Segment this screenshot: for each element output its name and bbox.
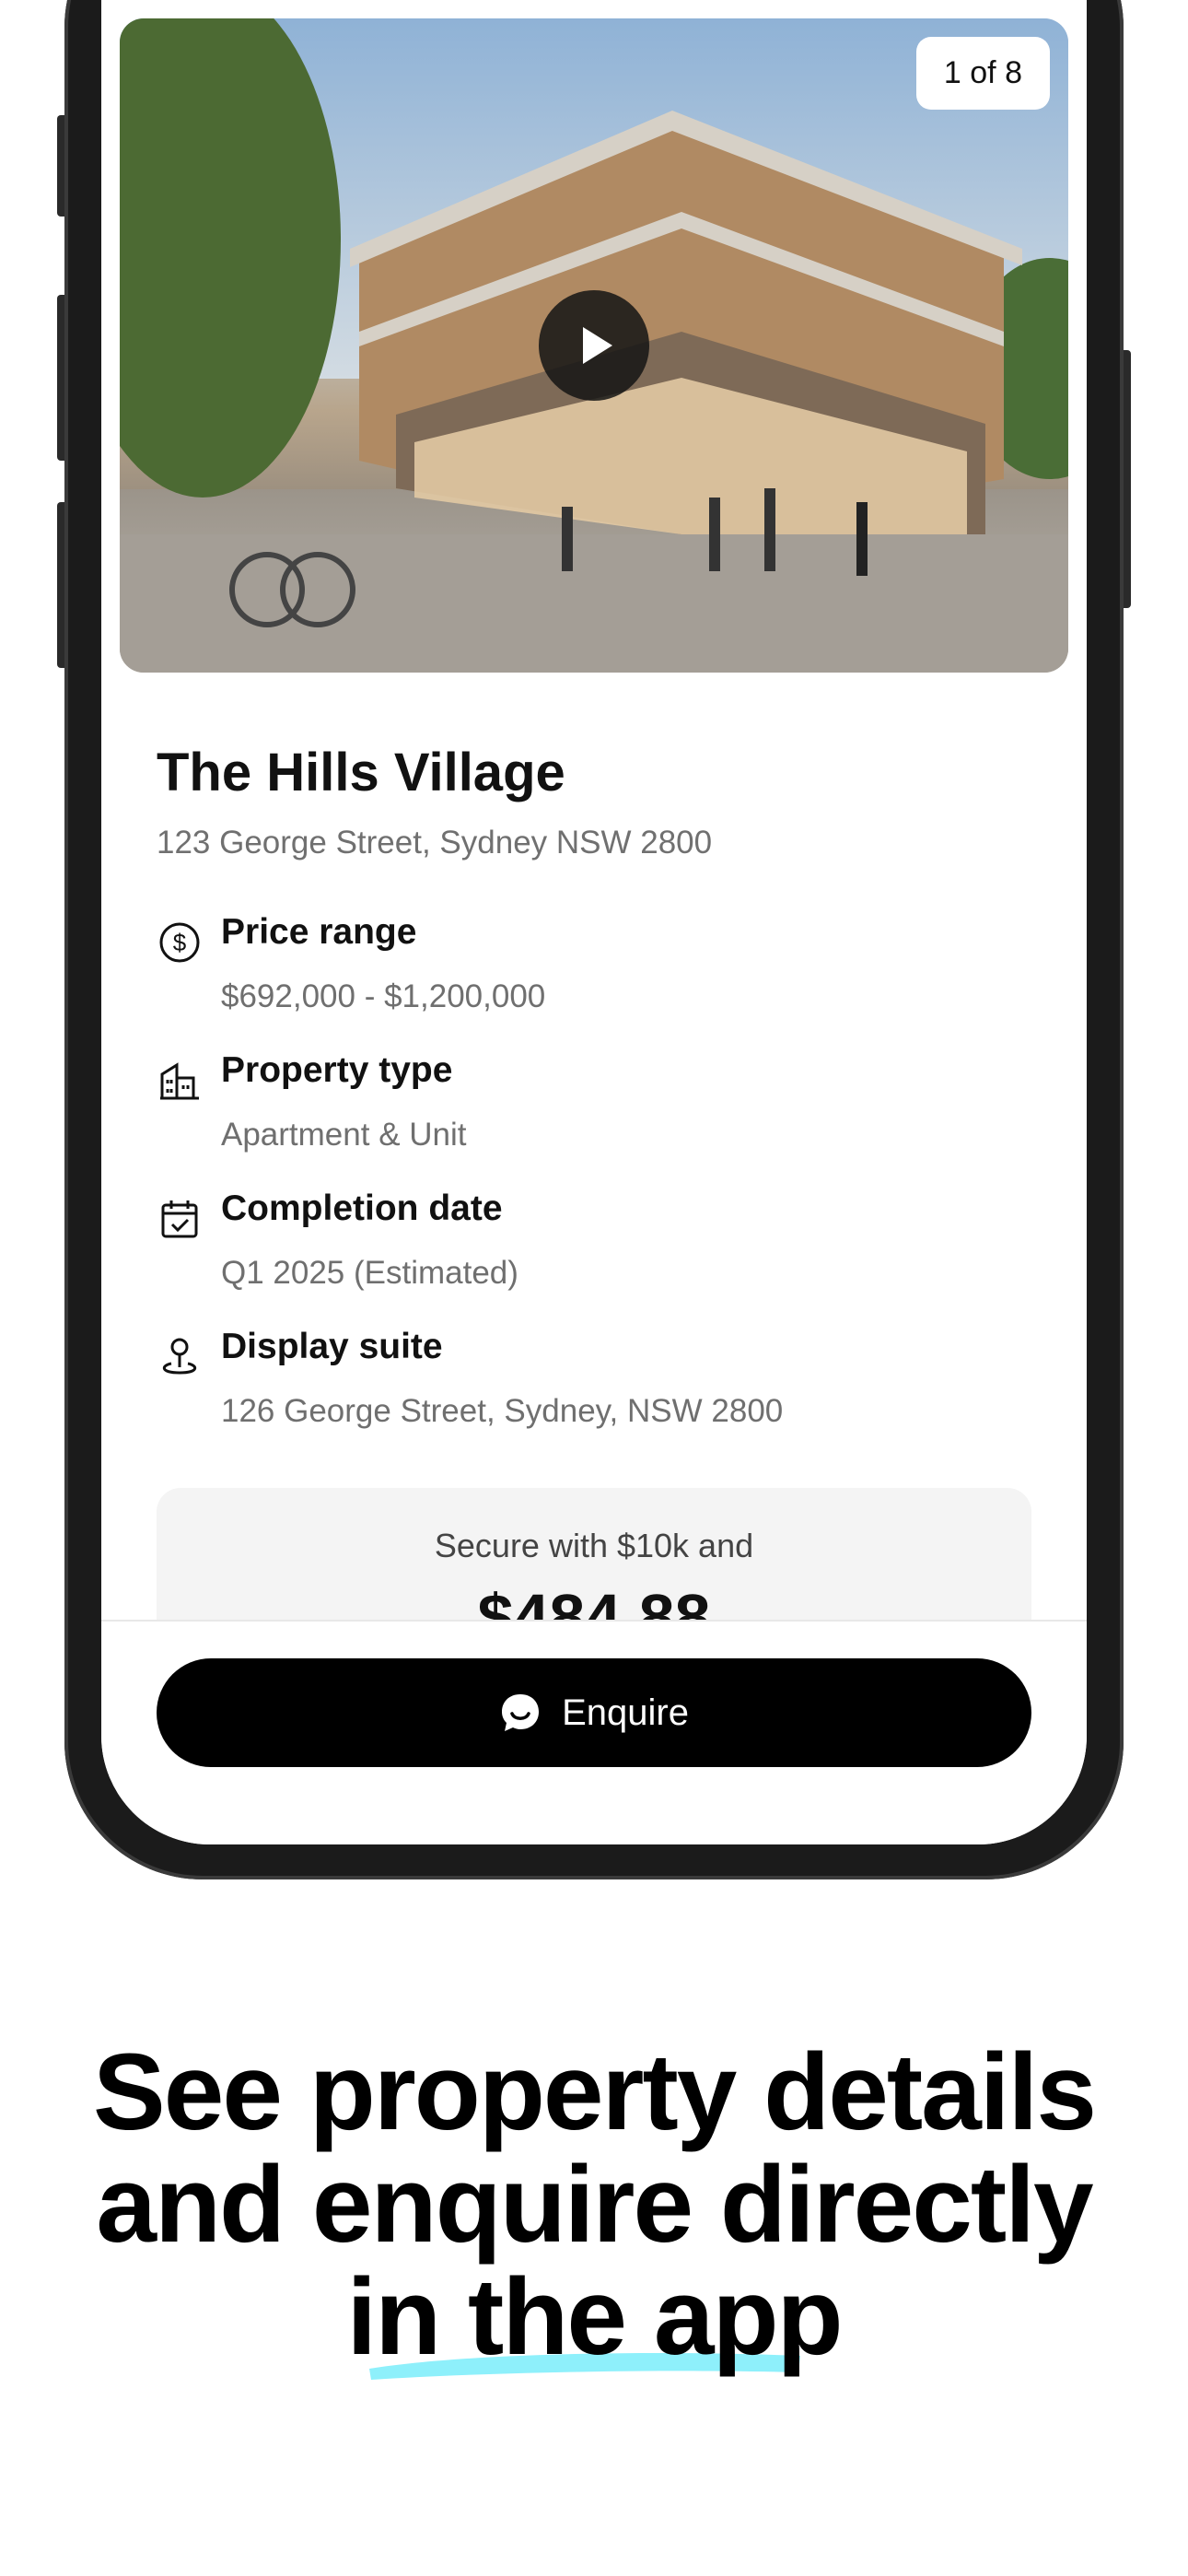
detail-label: Price range — [221, 912, 417, 952]
phone-screen: 1 of 8 The Hills Village 123 George Stre… — [101, 0, 1087, 1844]
bottom-action-bar: Enquire — [101, 1620, 1087, 1844]
play-video-button[interactable] — [539, 290, 649, 401]
dollar-circle-icon: $ — [159, 922, 200, 963]
listing-title: The Hills Village — [157, 743, 565, 802]
enquire-button[interactable]: Enquire — [157, 1658, 1031, 1767]
detail-value: 126 George Street, Sydney, NSW 2800 — [221, 1393, 784, 1429]
calendar-check-icon — [161, 1200, 198, 1238]
headline-line-1: See property details — [93, 2032, 1097, 2153]
enquire-label: Enquire — [562, 1692, 689, 1733]
building-icon — [160, 1062, 199, 1100]
detail-label: Completion date — [221, 1188, 503, 1228]
secure-text: Secure with $10k and — [434, 1527, 754, 1564]
svg-text:$: $ — [173, 929, 187, 956]
detail-value: Apartment & Unit — [221, 1117, 467, 1153]
location-pin-icon — [162, 1338, 197, 1375]
headline-line-2: and enquire directly — [96, 2144, 1093, 2266]
detail-value: Q1 2025 (Estimated) — [221, 1255, 518, 1291]
image-counter: 1 of 8 — [915, 37, 1050, 110]
listing-address: 123 George Street, Sydney NSW 2800 — [157, 825, 713, 861]
play-icon — [583, 327, 612, 364]
detail-label: Property type — [221, 1050, 453, 1090]
chat-bubble-icon — [502, 1694, 540, 1731]
property-image-gallery[interactable]: 1 of 8 — [120, 18, 1068, 673]
headline-line-3: in the app — [346, 2256, 843, 2378]
detail-label: Display suite — [221, 1327, 443, 1366]
marketing-headline: See property details and enquire directl… — [0, 2036, 1188, 2373]
detail-value: $692,000 - $1,200,000 — [221, 978, 546, 1014]
